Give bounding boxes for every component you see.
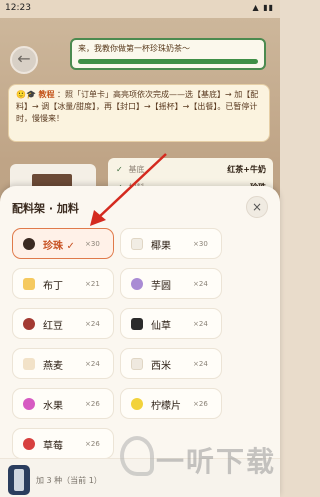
cup-fill-icon: [14, 469, 24, 491]
status-bar: 12:23 ▲ ▮▮: [0, 0, 280, 18]
pearl-icon: [23, 238, 35, 250]
back-arrow-icon[interactable]: ←: [10, 46, 38, 74]
item-count: ×24: [85, 320, 100, 328]
close-icon[interactable]: ×: [246, 196, 268, 218]
fruit-icon: [23, 398, 35, 410]
topping-item-pudding[interactable]: 布丁 ×21: [12, 268, 114, 299]
item-label: 红豆: [43, 321, 63, 332]
cup-icon[interactable]: [8, 465, 30, 495]
sheet-title: 配料架 · 加料: [12, 202, 79, 215]
item-count: ×26: [85, 440, 100, 448]
item-count: ×26: [85, 400, 100, 408]
item-count: ×30: [193, 240, 208, 248]
item-count: ×26: [193, 400, 208, 408]
item-label: 布丁: [43, 281, 63, 292]
status-time: 12:23: [5, 3, 31, 13]
red-bean-icon: [23, 318, 35, 330]
speech-text: 来，我教你做第一杯珍珠奶茶～: [78, 44, 190, 53]
topping-item-strawberry[interactable]: 草莓 ×26: [12, 428, 114, 459]
topping-item-lemon[interactable]: 柠檬片 ×26: [120, 388, 222, 419]
prep-value: 红茶+牛奶: [227, 165, 266, 174]
topping-item-fruit[interactable]: 水果 ×26: [12, 388, 114, 419]
topping-item-red-bean[interactable]: 红豆 ×24: [12, 308, 114, 339]
tutorial-label: 教程: [38, 90, 55, 99]
tutorial-avatar-icon: 🙂🎓: [16, 90, 36, 99]
tutorial-panel: 🙂🎓 教程 ：照「订单卡」高亮项依次完成——选【基底】→ 加【配料】→ 调【冰量…: [8, 84, 270, 142]
speech-progress-bar: [78, 59, 258, 64]
guide-arrow-icon: [90, 153, 167, 226]
item-label: 柠檬片: [151, 401, 181, 412]
footer-text: 加 3 种（当前 1）: [36, 476, 102, 485]
signal-battery-icon: ▲ ▮▮: [252, 3, 274, 12]
topping-item-oat[interactable]: 燕麦 ×24: [12, 348, 114, 379]
item-label: 燕麦: [43, 361, 63, 372]
watermark-logo-icon: [120, 436, 154, 476]
topping-item-taro-ball[interactable]: 芋圆 ×24: [120, 268, 222, 299]
item-label: 水果: [43, 401, 63, 412]
grass-jelly-icon: [131, 318, 143, 330]
item-count: ×24: [193, 360, 208, 368]
lemon-slice-icon: [131, 398, 143, 410]
item-label: 草莓: [43, 441, 63, 452]
item-label: 珍珠 ✓: [43, 241, 75, 252]
pudding-icon: [23, 278, 35, 290]
watermark-text: 一听下载: [156, 445, 277, 478]
item-count: ×24: [193, 320, 208, 328]
sago-icon: [131, 358, 143, 370]
speech-bubble: 来，我教你做第一杯珍珠奶茶～: [70, 38, 266, 70]
item-label: 仙草: [151, 321, 171, 332]
watermark: 一听下载: [120, 428, 278, 488]
item-label: 西米: [151, 361, 171, 372]
topping-item-grass-jelly[interactable]: 仙草 ×24: [120, 308, 222, 339]
item-count: ×24: [193, 280, 208, 288]
topping-item-sago[interactable]: 西米 ×24: [120, 348, 222, 379]
strawberry-icon: [23, 438, 35, 450]
item-count: ×24: [85, 360, 100, 368]
taro-ball-icon: [131, 278, 143, 290]
oat-icon: [23, 358, 35, 370]
item-label: 芋圆: [151, 281, 171, 292]
item-count: ×21: [85, 280, 100, 288]
